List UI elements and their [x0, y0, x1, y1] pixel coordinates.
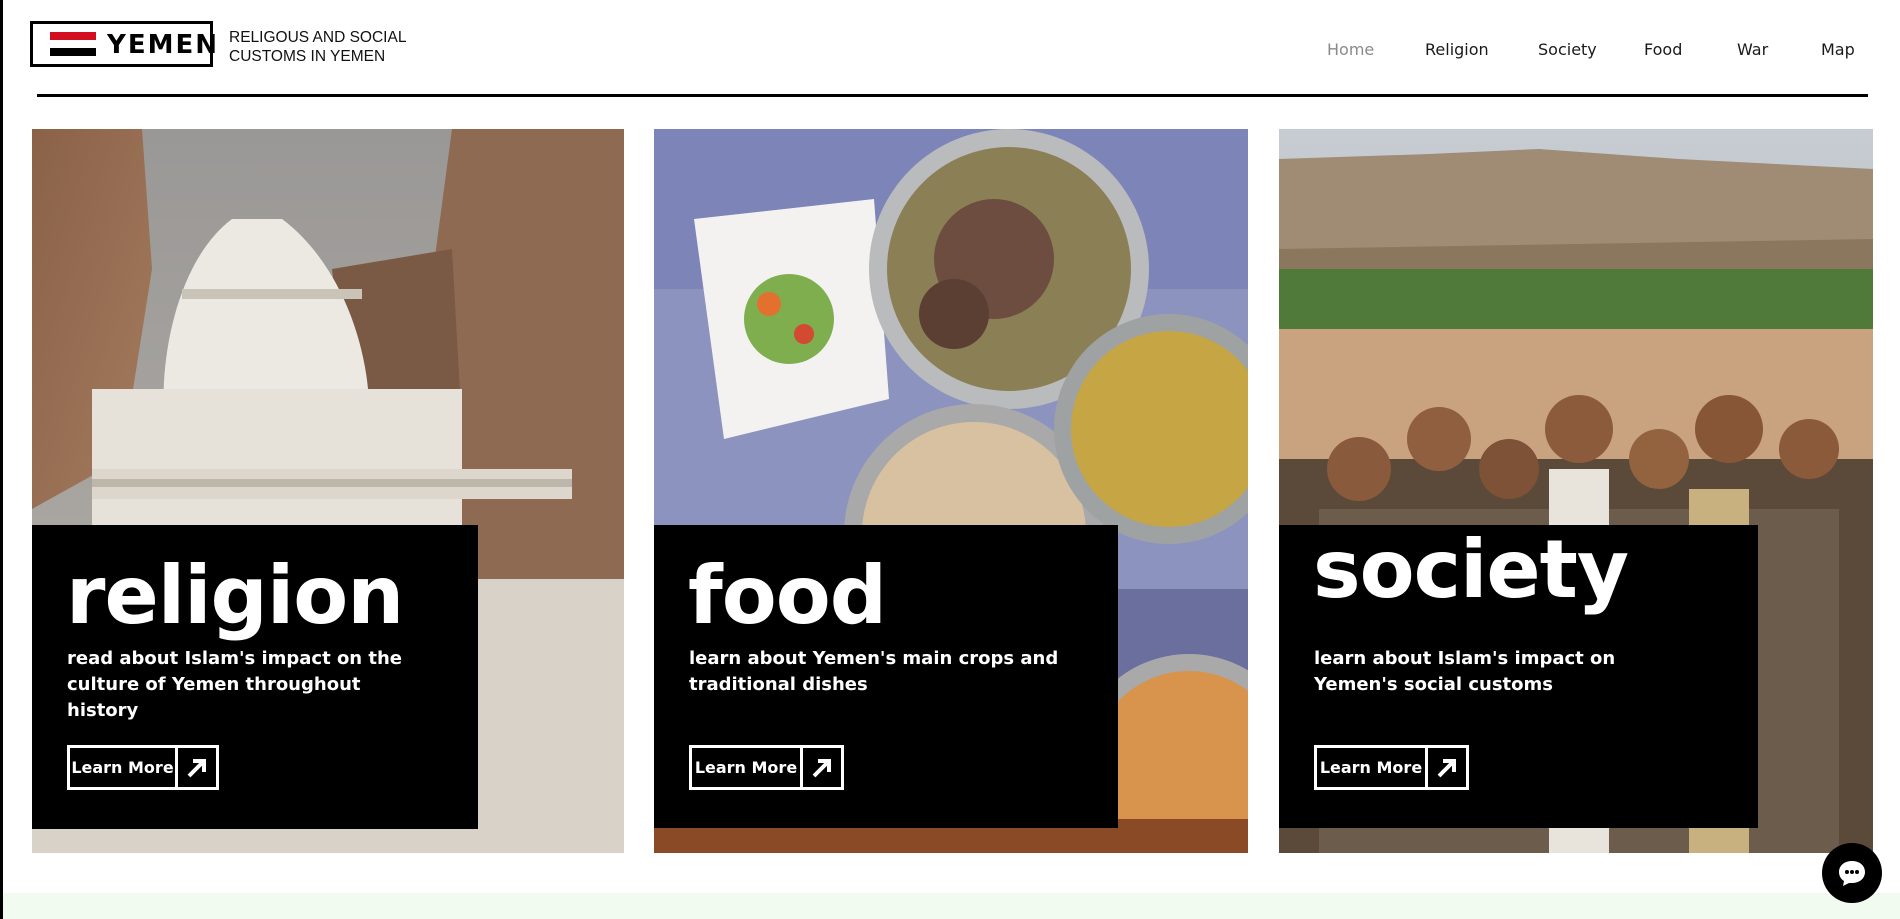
- nav-item-home[interactable]: Home: [1327, 40, 1374, 59]
- card-religion-panel: religion read about Islam's impact on th…: [32, 525, 478, 829]
- chat-bubble-icon: [1839, 861, 1865, 886]
- card-title: society: [1313, 523, 1629, 616]
- nav-item-religion[interactable]: Religion: [1425, 40, 1489, 59]
- learn-more-label: Learn More: [1317, 748, 1428, 787]
- footer-band: [3, 893, 1900, 919]
- learn-more-button[interactable]: Learn More: [67, 745, 219, 790]
- card-description: learn about Yemen's main crops and tradi…: [689, 648, 1059, 695]
- arrow-up-right-icon: [1428, 748, 1466, 787]
- nav-item-society[interactable]: Society: [1538, 40, 1597, 59]
- card-society-panel: society learn about Islam's impact on Ye…: [1279, 525, 1758, 828]
- card-food: food learn about Yemen's main crops and …: [654, 129, 1248, 853]
- left-edge-border: [0, 0, 3, 919]
- nav-item-war[interactable]: War: [1737, 40, 1768, 59]
- learn-more-label: Learn More: [70, 748, 178, 787]
- card-title: food: [688, 549, 887, 642]
- card-description: read about Islam's impact on the culture…: [67, 648, 403, 721]
- learn-more-label: Learn More: [692, 748, 803, 787]
- card-description: learn about Islam's impact on Yemen's so…: [1314, 648, 1616, 695]
- card-title: religion: [66, 549, 404, 642]
- header-divider: [37, 94, 1868, 97]
- learn-more-button[interactable]: Learn More: [1314, 745, 1469, 790]
- main-nav: Home Religion Society Food War Map: [0, 40, 1900, 60]
- learn-more-button[interactable]: Learn More: [689, 745, 844, 790]
- nav-item-map[interactable]: Map: [1821, 40, 1855, 59]
- chat-button[interactable]: [1822, 843, 1882, 903]
- arrow-up-right-icon: [803, 748, 841, 787]
- arrow-up-right-icon: [178, 748, 216, 787]
- nav-item-food[interactable]: Food: [1644, 40, 1682, 59]
- card-society: society learn about Islam's impact on Ye…: [1279, 129, 1873, 853]
- card-food-panel: food learn about Yemen's main crops and …: [654, 525, 1118, 828]
- card-religion: religion read about Islam's impact on th…: [32, 129, 624, 853]
